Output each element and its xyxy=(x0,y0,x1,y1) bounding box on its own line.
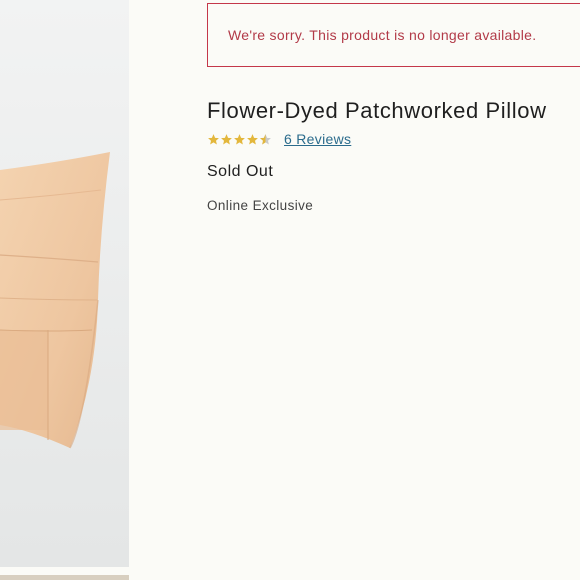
star-icon xyxy=(221,133,232,144)
thumbnail-strip[interactable] xyxy=(0,575,129,580)
unavailable-alert: We're sorry. This product is no longer a… xyxy=(207,3,580,67)
alert-message: We're sorry. This product is no longer a… xyxy=(228,27,537,43)
star-icon xyxy=(208,133,219,144)
product-image[interactable] xyxy=(0,0,129,567)
star-icon xyxy=(247,133,258,144)
online-exclusive-badge: Online Exclusive xyxy=(207,198,314,213)
product-title: Flower-Dyed Patchworked Pillow xyxy=(207,98,547,123)
rating-row: 6 Reviews xyxy=(207,130,351,148)
half-star-icon xyxy=(260,133,271,144)
reviews-link[interactable]: 6 Reviews xyxy=(284,131,351,147)
product-page: We're sorry. This product is no longer a… xyxy=(0,0,580,580)
availability-status: Sold Out xyxy=(207,163,274,180)
star-rating xyxy=(207,133,272,146)
pillow-photo xyxy=(0,0,129,567)
star-icon xyxy=(234,133,245,144)
